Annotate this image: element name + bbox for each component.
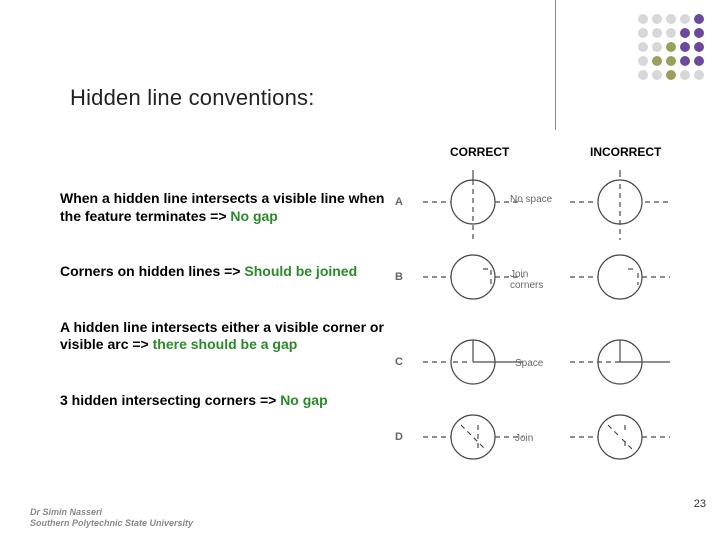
footer-affiliation: Southern Polytechnic State University [30, 518, 193, 528]
label-c: C [395, 356, 403, 368]
diagram-b-correct [423, 245, 523, 315]
rule-b-text: Corners on hidden lines => [60, 263, 244, 279]
rules-list: When a hidden line intersects a visible … [60, 190, 390, 409]
rule-b-emph: Should be joined [244, 263, 357, 279]
header-incorrect: INCORRECT [590, 145, 661, 159]
header-divider [555, 0, 556, 130]
page-number: 23 [694, 498, 706, 510]
caption-b: Join corners [510, 269, 560, 291]
rule-a: When a hidden line intersects a visible … [60, 190, 390, 225]
rule-a-text: When a hidden line intersects a visible … [60, 190, 384, 224]
header-correct: CORRECT [450, 145, 509, 159]
rule-c-emph: there should be a gap [153, 336, 298, 352]
caption-c: Space [515, 358, 543, 369]
diagram-a-incorrect [570, 170, 670, 240]
row-a: A No space [395, 170, 700, 240]
rule-a-emph: No gap [230, 208, 277, 224]
caption-a: No space [510, 194, 555, 205]
caption-d: Join [515, 433, 533, 444]
diagram-d-correct [423, 405, 523, 475]
diagram-a-correct [423, 170, 523, 240]
rule-b: Corners on hidden lines => Should be joi… [60, 263, 390, 281]
label-a: A [395, 196, 403, 208]
row-c: C Space [395, 330, 700, 400]
footer: Dr Simin Nasseri Southern Polytechnic St… [30, 507, 193, 528]
diagram-b-incorrect [570, 245, 670, 315]
rule-c: A hidden line intersects either a visibl… [60, 319, 390, 354]
diagram-c-incorrect [570, 330, 670, 400]
diagram-c-correct [423, 330, 523, 400]
row-b: B Join corners [395, 245, 700, 315]
row-d: D Join [395, 405, 700, 475]
slide-title: Hidden line conventions: [70, 85, 315, 111]
rule-d-text: 3 hidden intersecting corners => [60, 392, 280, 408]
label-b: B [395, 271, 403, 283]
rule-d-emph: No gap [280, 392, 327, 408]
corner-dot-grid [638, 14, 706, 82]
rule-d: 3 hidden intersecting corners => No gap [60, 392, 390, 410]
figure-panel: CORRECT INCORRECT A No space B Join c [395, 145, 700, 475]
footer-author: Dr Simin Nasseri [30, 507, 193, 517]
label-d: D [395, 431, 403, 443]
diagram-d-incorrect [570, 405, 670, 475]
